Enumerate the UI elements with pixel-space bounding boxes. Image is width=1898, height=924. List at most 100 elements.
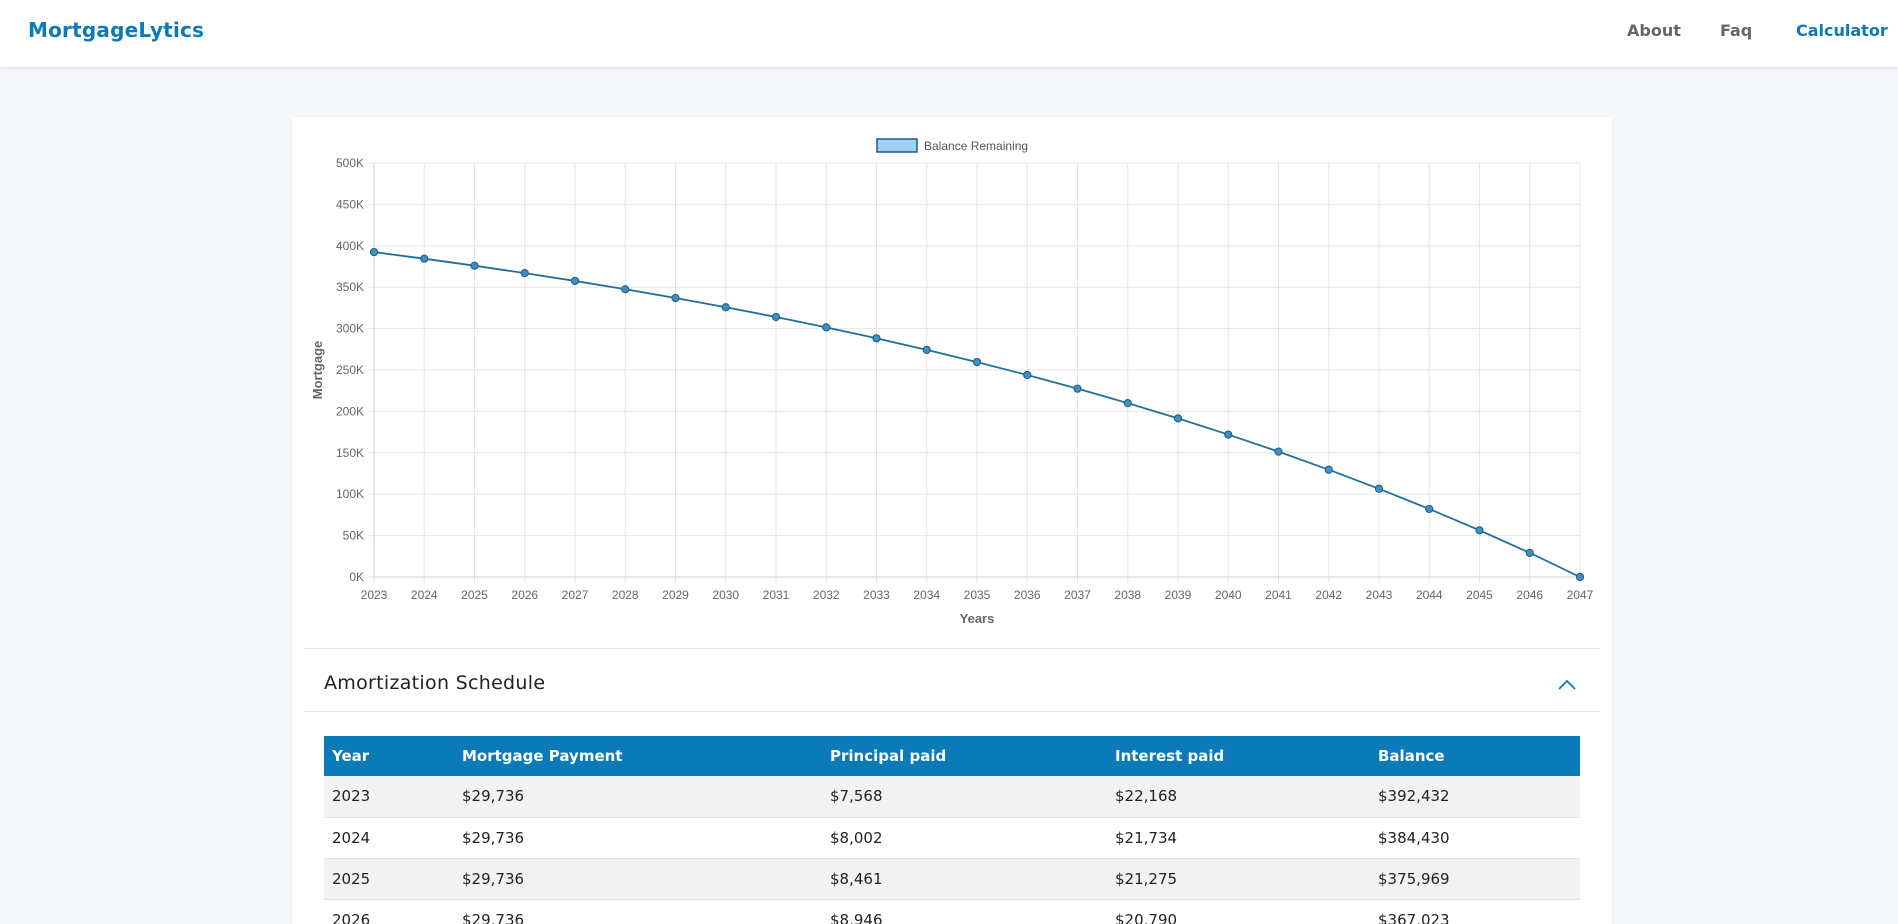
col-header-year: Year xyxy=(324,736,454,776)
x-tick-label: 2028 xyxy=(612,588,639,602)
col-header-balance: Balance xyxy=(1370,736,1580,776)
y-tick-label: 200K xyxy=(336,404,364,418)
data-point xyxy=(621,285,630,294)
x-tick-label: 2030 xyxy=(712,588,739,602)
data-point xyxy=(1575,572,1585,582)
results-card: 0K 50K 100K 150K 200K 250K 300K 350K 400K 450K 500… xyxy=(292,117,1612,924)
cell-year: 2023 xyxy=(324,776,454,818)
data-point xyxy=(1023,370,1032,380)
x-tick-label: 2031 xyxy=(763,588,790,602)
data-point xyxy=(1073,384,1082,393)
data-point xyxy=(570,276,580,286)
cell-balance: $367,023 xyxy=(1370,899,1580,924)
data-point xyxy=(470,261,479,270)
cell-mortgage-payment: $29,736 xyxy=(454,776,822,818)
x-tick-label: 2046 xyxy=(1516,588,1543,602)
collapse-button[interactable] xyxy=(1554,672,1580,698)
data-point xyxy=(420,254,429,263)
data-point xyxy=(1525,548,1534,557)
cell-year: 2026 xyxy=(324,899,454,924)
schedule-title: Amortization Schedule xyxy=(324,672,546,694)
y-tick-label: 150K xyxy=(336,446,364,460)
cell-year: 2024 xyxy=(324,817,454,859)
data-point xyxy=(1123,399,1132,408)
nav-link-about[interactable]: About xyxy=(1627,21,1681,40)
cell-principal-paid: $8,461 xyxy=(822,858,1107,900)
x-tick-label: 2041 xyxy=(1265,588,1292,602)
cell-balance: $392,432 xyxy=(1370,776,1580,818)
balance-chart-svg: 0K 50K 100K 150K 200K 250K 300K 350K 400K 450K 500… xyxy=(310,138,1594,626)
x-tick-label: 2033 xyxy=(863,588,890,602)
cell-interest-paid: $21,734 xyxy=(1107,817,1370,859)
legend-swatch xyxy=(876,138,918,153)
x-tick-label: 2047 xyxy=(1567,588,1594,602)
data-point xyxy=(922,345,931,354)
x-tick-label: 2044 xyxy=(1416,588,1443,602)
y-tick-label: 450K xyxy=(336,197,364,211)
x-tick-label: 2035 xyxy=(964,588,991,602)
x-tick-label: 2032 xyxy=(813,588,840,602)
data-point xyxy=(771,312,781,322)
balance-chart: 0K 50K 100K 150K 200K 250K 300K 350K 400K 450K 500… xyxy=(292,117,1612,637)
y-tick-label: 400K xyxy=(336,239,364,253)
table-row: 2025 $29,736 $8,461 $21,275 $375,969 xyxy=(324,858,1580,900)
data-point xyxy=(1475,526,1484,535)
x-tick-label: 2040 xyxy=(1215,588,1242,602)
x-tick-label: 2023 xyxy=(361,588,388,602)
x-tick-label: 2039 xyxy=(1165,588,1192,602)
brand-logo[interactable]: MortgageLytics xyxy=(28,18,204,42)
x-tick-label: 2042 xyxy=(1315,588,1342,602)
cell-interest-paid: $22,168 xyxy=(1107,776,1370,818)
cell-principal-paid: $8,946 xyxy=(822,899,1107,924)
x-tick-label: 2037 xyxy=(1064,588,1091,602)
cell-balance: $375,969 xyxy=(1370,858,1580,900)
cell-interest-paid: $20,790 xyxy=(1107,899,1370,924)
data-point xyxy=(972,357,982,367)
col-header-interest-paid: Interest paid xyxy=(1107,736,1370,776)
cell-year: 2025 xyxy=(324,858,454,900)
section-divider xyxy=(304,648,1600,649)
x-tick-label: 2024 xyxy=(411,588,438,602)
data-point xyxy=(1425,504,1434,514)
chevron-up-icon xyxy=(1558,679,1576,690)
col-header-mortgage-payment: Mortgage Payment xyxy=(454,736,822,776)
amortization-table: Year Mortgage Payment Principal paid Int… xyxy=(324,736,1580,924)
section-divider xyxy=(304,711,1600,712)
x-axis-title: Years xyxy=(960,611,995,626)
nav-link-calculator[interactable]: Calculator xyxy=(1796,21,1888,40)
data-point xyxy=(1374,484,1384,493)
data-point xyxy=(822,323,831,332)
data-point xyxy=(671,293,680,303)
x-tick-label: 2043 xyxy=(1366,588,1393,602)
cell-interest-paid: $21,275 xyxy=(1107,858,1370,900)
cell-balance: $384,430 xyxy=(1370,817,1580,859)
col-header-principal-paid: Principal paid xyxy=(822,736,1107,776)
top-navbar: MortgageLytics About Faq Calculator xyxy=(0,0,1898,67)
nav-link-faq[interactable]: Faq xyxy=(1720,21,1752,40)
x-tick-label: 2045 xyxy=(1466,588,1493,602)
data-point xyxy=(369,247,379,257)
y-tick-label: 50K xyxy=(343,529,364,543)
table-header-row: Year Mortgage Payment Principal paid Int… xyxy=(324,736,1580,776)
y-tick-label: 100K xyxy=(336,487,364,501)
cell-principal-paid: $8,002 xyxy=(822,817,1107,859)
data-point xyxy=(1224,430,1233,439)
cell-mortgage-payment: $29,736 xyxy=(454,858,822,900)
x-tick-label: 2026 xyxy=(511,588,538,602)
x-tick-label: 2034 xyxy=(913,588,940,602)
x-tick-label: 2036 xyxy=(1014,588,1041,602)
y-tick-label: 250K xyxy=(336,363,364,377)
data-point xyxy=(872,334,881,343)
legend-label: Balance Remaining xyxy=(924,139,1028,153)
y-tick-label: 0K xyxy=(349,570,364,584)
y-tick-label: 500K xyxy=(336,156,364,170)
data-point xyxy=(520,269,529,278)
table-row: 2024 $29,736 $8,002 $21,734 $384,430 xyxy=(324,817,1580,859)
x-tick-label: 2029 xyxy=(662,588,689,602)
x-tick-label: 2027 xyxy=(562,588,589,602)
x-tick-label: 2025 xyxy=(461,588,488,602)
table-row: 2023 $29,736 $7,568 $22,168 $392,432 xyxy=(324,776,1580,818)
data-point xyxy=(1173,414,1183,423)
cell-principal-paid: $7,568 xyxy=(822,776,1107,818)
cell-mortgage-payment: $29,736 xyxy=(454,817,822,859)
